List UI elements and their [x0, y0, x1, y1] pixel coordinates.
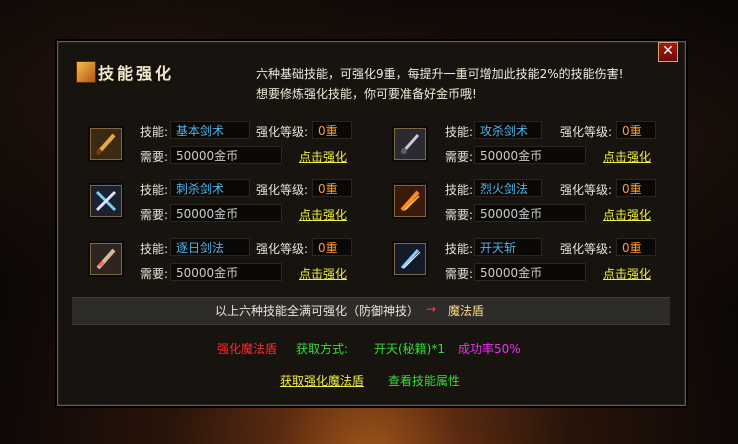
skill-name: 开天斩: [474, 238, 542, 256]
success-rate: 成功率50%: [458, 342, 521, 356]
combo-result: 魔法盾: [448, 304, 485, 318]
book-icon: [76, 61, 96, 83]
blue-blade-icon: [394, 243, 426, 275]
enhance-link[interactable]: 点击强化: [603, 148, 651, 165]
skill-level: 0重: [616, 121, 656, 139]
level-label: 强化等级:: [560, 125, 613, 139]
enhance-link[interactable]: 点击强化: [603, 206, 651, 223]
need-label: 需要:: [140, 267, 169, 281]
skill-level: 0重: [312, 121, 352, 139]
close-button[interactable]: ✕: [658, 42, 678, 62]
skill-level: 0重: [616, 238, 656, 256]
sword-beam-icon: [90, 243, 122, 275]
skill-cost: 50000金币: [474, 204, 586, 222]
level-label: 强化等级:: [256, 125, 309, 139]
need-label: 需要:: [140, 208, 169, 222]
skill-label: 技能:: [445, 125, 474, 139]
crossed-swords-blue-icon: [90, 185, 122, 217]
enhance-link[interactable]: 点击强化: [299, 265, 347, 282]
reward-name: 强化魔法盾: [217, 342, 278, 356]
skill-label: 技能:: [140, 125, 169, 139]
method-label: 获取方式:: [296, 342, 349, 356]
skill-cost: 50000金币: [170, 204, 282, 222]
skill-label: 技能:: [445, 242, 474, 256]
skill-label: 技能:: [140, 183, 169, 197]
skill-cost: 50000金币: [170, 263, 282, 281]
enhance-link[interactable]: 点击强化: [299, 148, 347, 165]
combo-text: 以上六种技能全满可强化（防御神技）: [215, 304, 420, 318]
get-magic-shield-link[interactable]: 获取强化魔法盾: [280, 372, 364, 389]
description-line-1: 六种基础技能，可强化9重，每提升一重可增加此技能2%的技能伤害!: [256, 67, 624, 81]
skill-level: 0重: [616, 179, 656, 197]
need-label: 需要:: [445, 267, 474, 281]
view-skill-attributes-button[interactable]: 查看技能属性: [388, 372, 460, 389]
skill-level: 0重: [312, 179, 352, 197]
need-label: 需要:: [140, 150, 169, 164]
need-label: 需要:: [445, 208, 474, 222]
skill-name: 基本剑术: [170, 121, 250, 139]
skill-name: 烈火剑法: [474, 179, 542, 197]
skill-cost: 50000金币: [474, 146, 586, 164]
skill-name: 逐日剑法: [170, 238, 250, 256]
level-label: 强化等级:: [560, 183, 613, 197]
sword-gold-icon: [90, 128, 122, 160]
skill-name: 刺杀剑术: [170, 179, 250, 197]
need-label: 需要:: [445, 150, 474, 164]
enhance-link[interactable]: 点击强化: [299, 206, 347, 223]
level-label: 强化等级:: [256, 183, 309, 197]
enhance-link[interactable]: 点击强化: [603, 265, 651, 282]
fire-sword-icon: [394, 185, 426, 217]
level-label: 强化等级:: [560, 242, 613, 256]
sword-silver-icon: [394, 128, 426, 160]
arrow-icon: →: [426, 302, 437, 316]
description-line-2: 想要修炼强化技能，你可要准备好金币哦!: [256, 87, 477, 101]
skill-label: 技能:: [140, 242, 169, 256]
method-value: 开天(秘籍)*1: [374, 342, 445, 356]
level-label: 强化等级:: [256, 242, 309, 256]
skill-label: 技能:: [445, 183, 474, 197]
skill-level: 0重: [312, 238, 352, 256]
skill-cost: 50000金币: [474, 263, 586, 281]
dialog-title: 技能强化: [98, 64, 175, 83]
skill-cost: 50000金币: [170, 146, 282, 164]
skill-name: 攻杀剑术: [474, 121, 542, 139]
